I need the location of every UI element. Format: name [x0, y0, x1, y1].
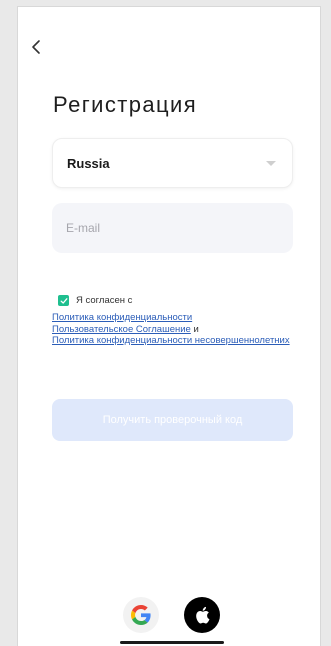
consent-links: Политика конфиденциальности Пользователь…	[52, 312, 292, 347]
apple-login-button[interactable]	[184, 597, 220, 633]
chevron-left-icon	[32, 40, 40, 54]
email-field[interactable]	[52, 203, 293, 253]
apple-icon	[196, 606, 210, 624]
chevron-down-icon	[266, 160, 276, 166]
minors-privacy-policy-link[interactable]: Политика конфиденциальности несовершенно…	[52, 335, 290, 346]
checkmark-icon	[60, 297, 67, 304]
country-select-value: Russia	[67, 155, 110, 171]
google-icon	[131, 605, 151, 625]
conjunction-text: и	[193, 323, 199, 335]
registration-screen: Регистрация Russia Я согласен с Политика…	[17, 6, 321, 646]
email-input[interactable]	[66, 221, 279, 235]
google-login-button[interactable]	[123, 597, 159, 633]
consent-block: Я согласен с Политика конфиденциальности…	[52, 295, 292, 347]
consent-row: Я согласен с	[58, 295, 292, 306]
country-select[interactable]: Russia	[52, 138, 293, 188]
back-button[interactable]	[24, 35, 48, 59]
consent-checkbox[interactable]	[58, 295, 69, 306]
home-indicator	[120, 641, 224, 644]
get-verification-code-button[interactable]: Получить проверочный код	[52, 399, 293, 441]
user-agreement-link[interactable]: Пользовательское Соглашение	[52, 324, 191, 335]
consent-label: Я согласен с	[76, 295, 133, 306]
page-title: Регистрация	[53, 92, 198, 117]
privacy-policy-link[interactable]: Политика конфиденциальности	[52, 312, 192, 323]
